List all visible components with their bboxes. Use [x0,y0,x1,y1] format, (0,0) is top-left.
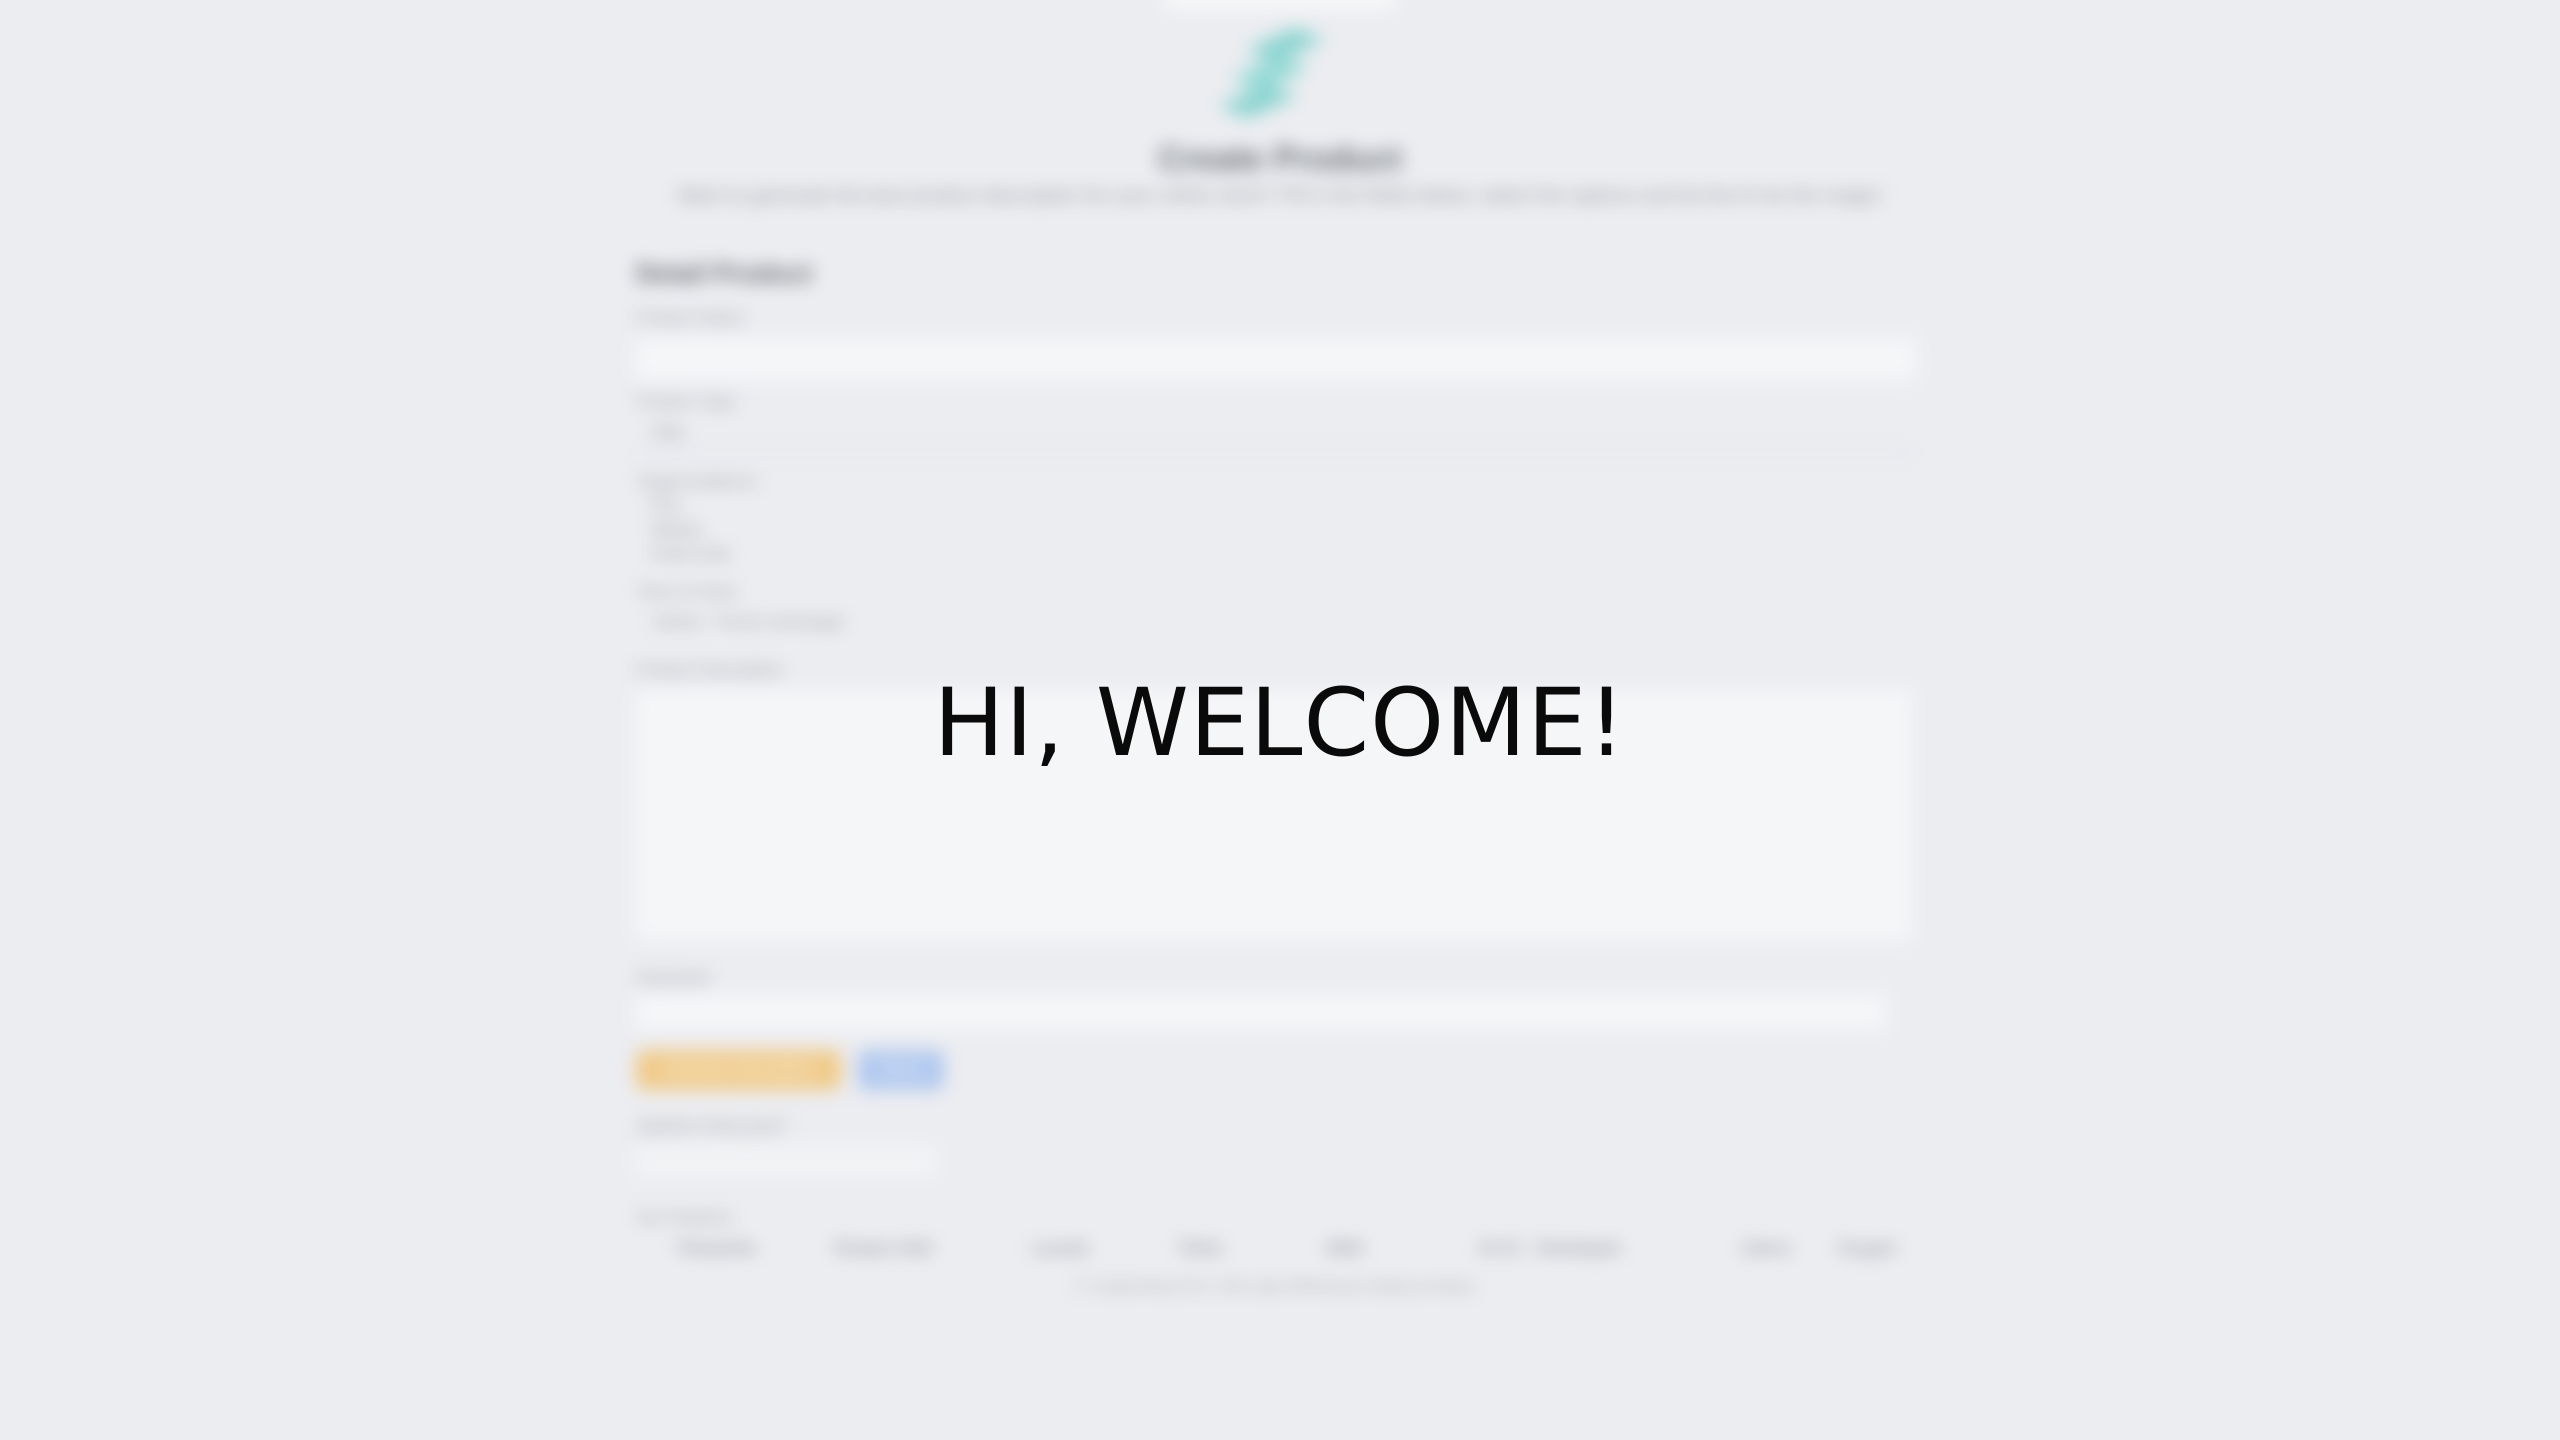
product-name-input[interactable] [636,338,1916,380]
app-title: Create Product [1158,140,1402,178]
footer-link-8[interactable]: Oxygen [1836,1238,1898,1259]
footer-link-2[interactable]: Shopee Mall [832,1238,932,1259]
tone-select[interactable]: Santai - Penuh semangat [636,606,896,638]
product-type-label: Product Type [636,392,736,411]
description-label: Product Description [636,660,785,679]
feedback-label: Apakah Anda puas? [636,1116,789,1135]
description-textarea[interactable] [636,690,1912,940]
footer-link-6[interactable]: JD.ID - Bukalapak [1476,1238,1621,1259]
footer-link-5[interactable]: Blibli [1326,1238,1364,1259]
audience-option-2[interactable]: Wanita [650,520,702,540]
audience-option-3[interactable]: Anak-anak [650,544,731,564]
audience-option-1[interactable]: Pria [650,496,680,516]
tone-label: Tone of Voice [636,582,739,601]
partners-heading: Our Partners [636,1208,734,1227]
screen: Create Product Want to generate the best… [0,0,2560,1440]
reset-button[interactable]: Reset [858,1050,944,1090]
product-type-select[interactable]: Baju [636,416,1916,454]
copyright-text: © Copywriting Tool. Hak cipta dilindungi… [1075,1278,1477,1295]
keyword-input[interactable] [636,994,1886,1030]
top-tab [1165,0,1395,6]
footer-link-4[interactable]: Tiktok [1176,1238,1223,1259]
blurred-app-background: Create Product Want to generate the best… [0,0,2560,1440]
product-name-label: Product Name [636,308,745,327]
logo-waves-icon [1218,28,1325,118]
generate-button[interactable]: Generate Description [636,1050,841,1090]
footer-link-7[interactable]: Zalora [1740,1238,1791,1259]
feedback-input[interactable] [636,1146,936,1176]
section-title: Detail Product [636,258,813,288]
footer-link-3[interactable]: Lazada [1030,1238,1089,1259]
target-audience-label: Target Audience [636,472,758,491]
footer-link-1[interactable]: Tokopedia [674,1238,756,1259]
keyword-label: Keywords [636,968,711,987]
app-description: Want to generate the best product descri… [676,185,1884,207]
